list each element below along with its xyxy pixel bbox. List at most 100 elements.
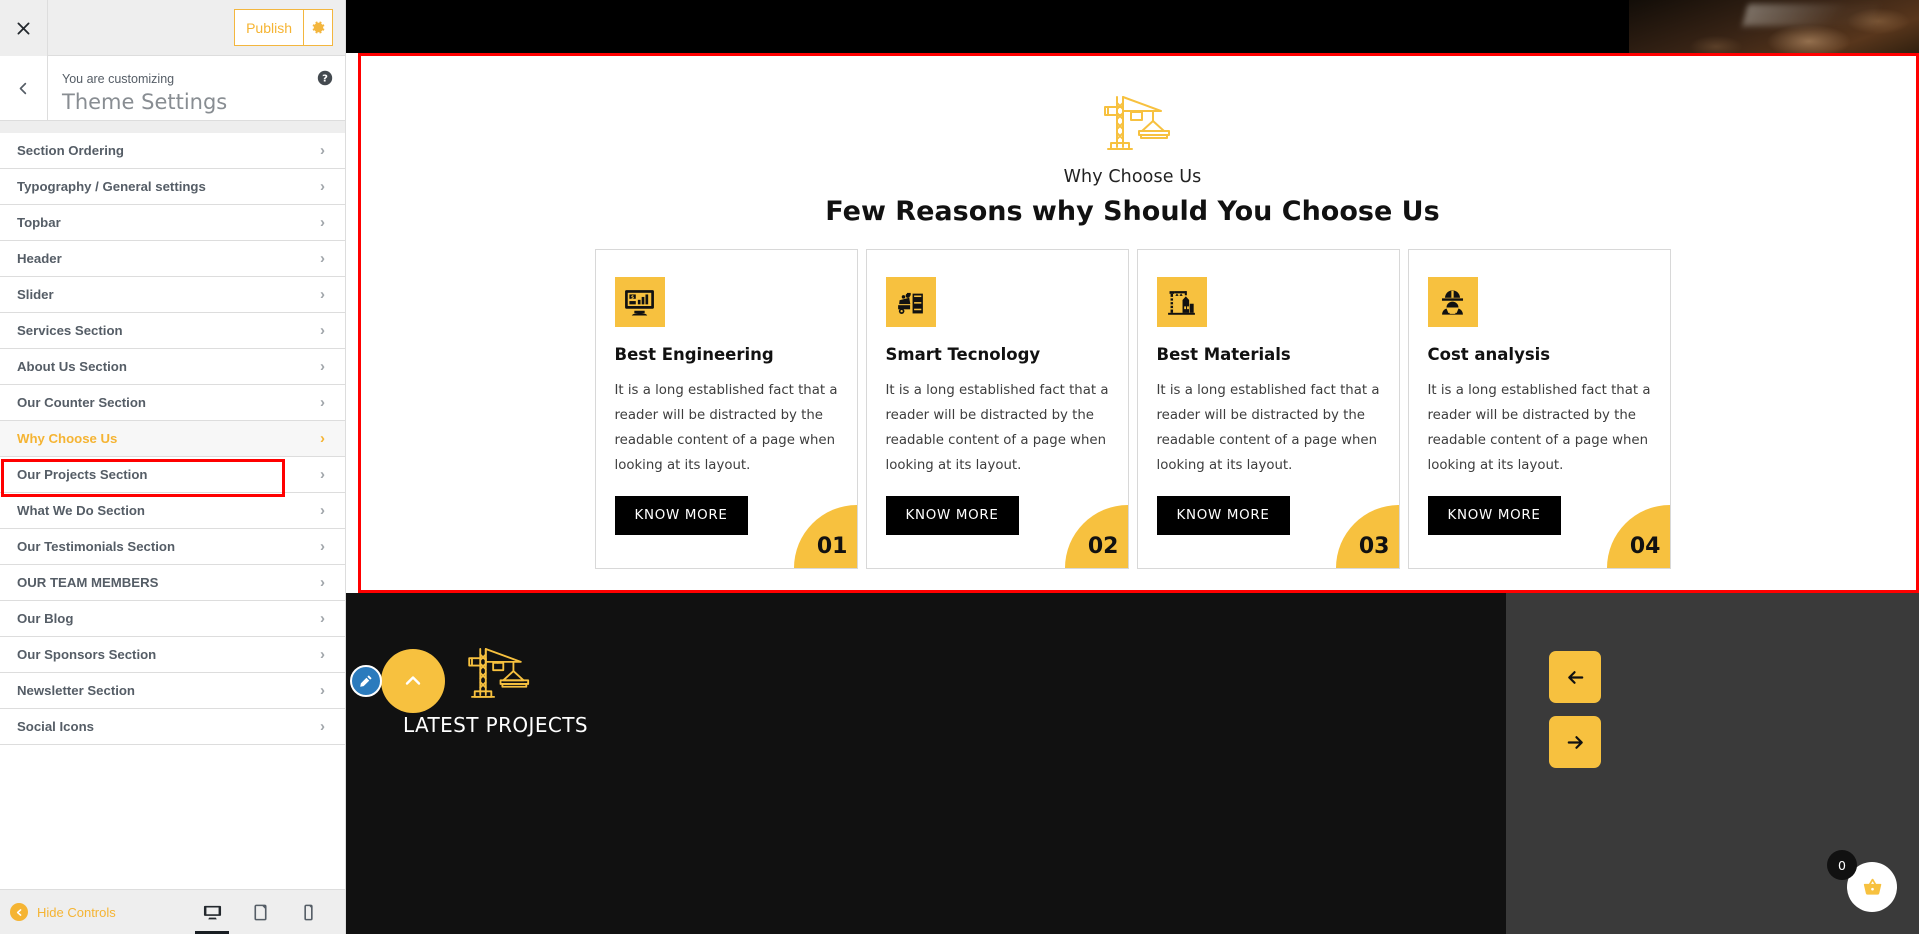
latest-projects-header: LATEST PROJECTS <box>350 641 588 737</box>
feature-card-number: 01 <box>793 505 857 568</box>
sidebar-item-what-we-do-section[interactable]: What We Do Section › <box>0 493 345 529</box>
sidebar-item-our-team-members[interactable]: OUR TEAM MEMBERS › <box>0 565 345 601</box>
sidebar-item-label: Services Section <box>17 323 123 338</box>
know-more-button[interactable]: KNOW MORE <box>1427 495 1561 535</box>
sidebar-item-label: Typography / General settings <box>17 179 206 194</box>
customizer-topbar: Publish <box>0 0 345 56</box>
sidebar-item-label: Section Ordering <box>17 143 124 158</box>
sidebar-item-header[interactable]: Header › <box>0 241 345 277</box>
chevron-right-icon: › <box>320 142 325 159</box>
arrow-right-icon[interactable] <box>1549 716 1601 768</box>
customizing-eyebrow: You are customizing <box>62 72 175 87</box>
crane-factory-icon <box>1156 277 1207 327</box>
sidebar-item-services-section[interactable]: Services Section › <box>0 313 345 349</box>
sidebar-item-label: Our Sponsors Section <box>17 647 157 662</box>
svg-text:?: ? <box>322 74 328 85</box>
scroll-to-top-button[interactable] <box>381 649 445 713</box>
latest-projects-section: LATEST PROJECTS 0 <box>346 593 1919 934</box>
latest-projects-title: LATEST PROJECTS <box>403 713 588 737</box>
sidebar-item-topbar[interactable]: Topbar › <box>0 205 345 241</box>
dump-truck-icon <box>885 277 936 327</box>
feature-card-text: It is a long established fact that a rea… <box>614 383 838 473</box>
know-more-button[interactable]: KNOW MORE <box>885 495 1019 535</box>
edit-pencil-icon[interactable] <box>350 665 382 697</box>
sidebar-item-label: About Us Section <box>17 359 127 374</box>
desktop-icon[interactable] <box>195 896 229 934</box>
close-icon[interactable] <box>0 0 48 56</box>
monitor-chart-icon: $ <box>614 277 665 327</box>
chevron-right-icon: › <box>320 214 325 231</box>
chevron-right-icon: › <box>320 718 325 735</box>
svg-text:$: $ <box>631 294 634 300</box>
feature-card-number: 03 <box>1335 505 1399 568</box>
gear-icon[interactable] <box>303 9 333 46</box>
sidebar-item-label: Newsletter Section <box>17 683 135 698</box>
hide-controls-button[interactable]: Hide Controls <box>10 903 116 921</box>
screen: Publish You are customizing Theme Settin… <box>0 0 1919 934</box>
sidebar-item-label: OUR TEAM MEMBERS <box>17 575 159 590</box>
feature-card-title: Best Engineering <box>614 345 774 364</box>
publish-group: Publish <box>234 9 333 46</box>
sidebar-item-typography-general-settings[interactable]: Typography / General settings › <box>0 169 345 205</box>
sidebar-item-social-icons[interactable]: Social Icons › <box>0 709 345 745</box>
chevron-right-icon: › <box>320 322 325 339</box>
know-more-button[interactable]: KNOW MORE <box>1156 495 1290 535</box>
page-title: Theme Settings <box>62 89 228 114</box>
sidebar-item-label: Social Icons <box>17 719 94 734</box>
sidebar-item-our-projects-section[interactable]: Our Projects Section › <box>0 457 345 493</box>
cart-widget: 0 <box>1827 850 1897 912</box>
customizer-section-list: Section Ordering › Typography / General se… <box>0 133 345 889</box>
chevron-right-icon: › <box>320 430 325 447</box>
publish-button[interactable]: Publish <box>234 9 303 46</box>
chevron-right-icon: › <box>320 610 325 627</box>
sidebar-item-why-choose-us[interactable]: Why Choose Us › <box>0 421 345 457</box>
sidebar-item-our-sponsors-section[interactable]: Our Sponsors Section › <box>0 637 345 673</box>
hero-photo <box>1629 0 1919 53</box>
chevron-right-icon: › <box>320 682 325 699</box>
sidebar-item-our-testimonials-section[interactable]: Our Testimonials Section › <box>0 529 345 565</box>
section-header: Why Choose Us Few Reasons why Should You… <box>346 89 1919 227</box>
device-preview-switcher <box>195 896 331 934</box>
sidebar-item-our-blog[interactable]: Our Blog › <box>0 601 345 637</box>
chevron-right-icon: › <box>320 358 325 375</box>
sidebar-item-label: Our Blog <box>17 611 74 626</box>
sidebar-item-label: Why Choose Us <box>17 431 118 446</box>
section-title: Few Reasons why Should You Choose Us <box>825 196 1440 227</box>
projects-slider-nav <box>1549 651 1601 768</box>
sidebar-item-label: Header <box>17 251 62 266</box>
feature-card-number: 04 <box>1606 505 1670 568</box>
sidebar-item-section-ordering[interactable]: Section Ordering › <box>0 133 345 169</box>
back-button[interactable] <box>0 56 48 120</box>
sidebar-item-label: Our Testimonials Section <box>17 539 176 554</box>
chevron-right-icon: › <box>320 574 325 591</box>
sidebar-item-label: Topbar <box>17 215 61 230</box>
mobile-icon[interactable] <box>295 896 321 928</box>
sidebar-item-about-us-section[interactable]: About Us Section › <box>0 349 345 385</box>
sidebar-item-label: Our Counter Section <box>17 395 146 410</box>
sidebar-item-newsletter-section[interactable]: Newsletter Section › <box>0 673 345 709</box>
sidebar-item-our-counter-section[interactable]: Our Counter Section › <box>0 385 345 421</box>
arrow-left-icon[interactable] <box>1549 651 1601 703</box>
feature-card-text: It is a long established fact that a rea… <box>1427 383 1651 473</box>
chevron-right-icon: › <box>320 286 325 303</box>
feature-card-number: 02 <box>1064 505 1128 568</box>
cart-count-badge: 0 <box>1827 850 1857 880</box>
feature-card: Best Materials It is a long established f… <box>1136 249 1400 569</box>
customizer-title-block: You are customizing Theme Settings <box>48 56 305 120</box>
feature-card: Cost analysis It is a long established fa… <box>1407 249 1671 569</box>
feature-card-text: It is a long established fact that a rea… <box>885 383 1109 473</box>
why-choose-us-section: Why Choose Us Few Reasons why Should You… <box>346 53 1919 593</box>
know-more-button[interactable]: KNOW MORE <box>614 495 748 535</box>
crane-icon <box>346 89 1919 155</box>
chevron-right-icon: › <box>320 646 325 663</box>
sidebar-item-slider[interactable]: Slider › <box>0 277 345 313</box>
sidebar-item-label: Our Projects Section <box>17 467 148 482</box>
site-preview: Why Choose Us Few Reasons why Should You… <box>346 0 1919 934</box>
help-icon[interactable]: ? <box>305 56 345 120</box>
chevron-right-icon: › <box>320 178 325 195</box>
feature-card-title: Cost analysis <box>1427 345 1551 364</box>
tablet-icon[interactable] <box>247 896 273 928</box>
preview-top-strip <box>346 0 1919 53</box>
section-eyebrow: Why Choose Us <box>1063 167 1202 187</box>
